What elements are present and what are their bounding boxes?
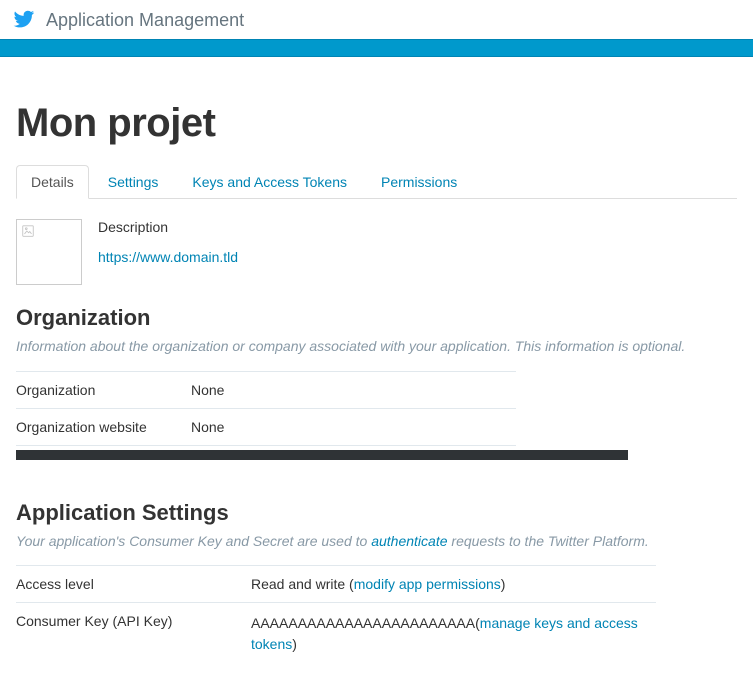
org-website-value: None: [191, 408, 516, 445]
twitter-bird-icon: [10, 8, 38, 33]
main-content: Mon projet Details Settings Keys and Acc…: [0, 57, 753, 695]
table-row: Consumer Key (API Key) AAAAAAAAAAAAAAAAA…: [16, 603, 656, 666]
app-icon-placeholder: [16, 219, 82, 285]
details-header: Description https://www.domain.tld: [16, 219, 737, 285]
app-settings-subtitle: Your application's Consumer Key and Secr…: [16, 532, 737, 552]
org-value: None: [191, 371, 516, 408]
tab-bar: Details Settings Keys and Access Tokens …: [16, 164, 737, 199]
organization-table: Organization None Organization website N…: [16, 371, 516, 446]
modify-permissions-link[interactable]: modify app permissions: [354, 576, 501, 592]
tab-keys-tokens[interactable]: Keys and Access Tokens: [177, 165, 362, 199]
organization-title: Organization: [16, 305, 737, 331]
description-label: Description: [98, 219, 238, 235]
header-accent-strip: [0, 39, 753, 57]
tab-permissions[interactable]: Permissions: [366, 165, 472, 199]
page-title: Mon projet: [16, 101, 737, 146]
authenticate-link[interactable]: authenticate: [371, 533, 447, 549]
consumer-key-value: AAAAAAAAAAAAAAAAAAAAAAAA(manage keys and…: [251, 603, 656, 666]
consumer-key-text: AAAAAAAAAAAAAAAAAAAAAAAA(: [251, 615, 480, 631]
brand-title: Application Management: [46, 10, 244, 31]
table-row: Organization website None: [16, 408, 516, 445]
table-row: Organization None: [16, 371, 516, 408]
access-level-key: Access level: [16, 566, 251, 603]
org-website-key: Organization website: [16, 408, 191, 445]
table-row: Access level Read and write (modify app …: [16, 566, 656, 603]
tab-details[interactable]: Details: [16, 165, 89, 199]
access-level-value: Read and write (modify app permissions): [251, 566, 656, 603]
tab-settings[interactable]: Settings: [93, 165, 174, 199]
consumer-key-label: Consumer Key (API Key): [16, 603, 251, 666]
dark-divider-bar: [16, 450, 628, 460]
access-level-text: Read and write (: [251, 576, 354, 592]
organization-subtitle: Information about the organization or co…: [16, 337, 737, 357]
consumer-key-suffix: ): [292, 636, 297, 652]
access-level-suffix: ): [501, 576, 506, 592]
description-block: Description https://www.domain.tld: [98, 219, 238, 285]
app-settings-table: Access level Read and write (modify app …: [16, 565, 656, 665]
sub-prefix: Your application's Consumer Key and Secr…: [16, 533, 371, 549]
sub-suffix: requests to the Twitter Platform.: [448, 533, 649, 549]
top-bar: Application Management: [0, 0, 753, 39]
app-settings-title: Application Settings: [16, 500, 737, 526]
app-domain-link[interactable]: https://www.domain.tld: [98, 249, 238, 265]
broken-image-icon: [21, 224, 35, 238]
org-key: Organization: [16, 371, 191, 408]
